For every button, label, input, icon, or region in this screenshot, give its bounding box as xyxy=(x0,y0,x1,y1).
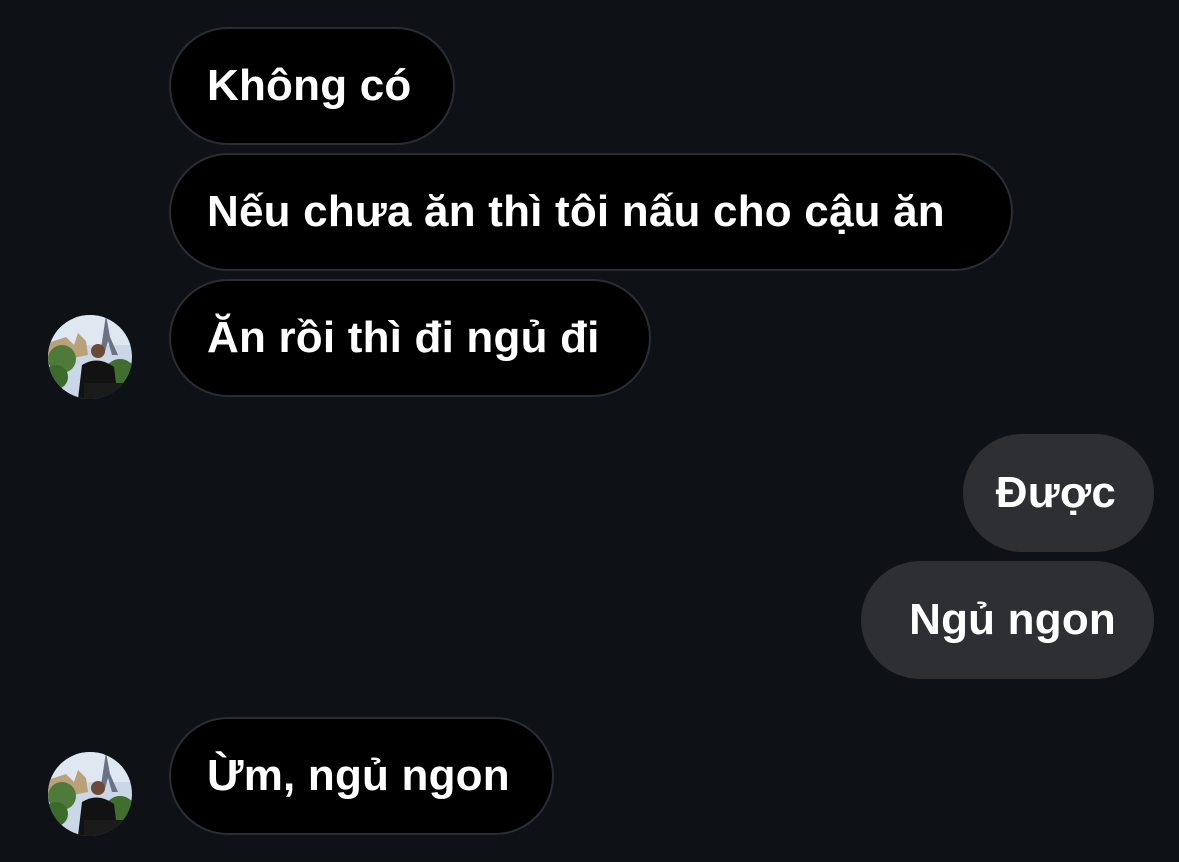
message-bubble-sent[interactable]: Được xyxy=(963,434,1154,552)
message-text: Được xyxy=(995,468,1116,517)
message-bubble-received[interactable]: Không có xyxy=(169,27,455,145)
contact-avatar[interactable] xyxy=(48,315,132,399)
message-text: Ăn rồi thì đi ngủ đi xyxy=(207,313,600,362)
avatar-icon xyxy=(48,315,132,399)
message-bubble-received[interactable]: Ừm, ngủ ngon xyxy=(169,717,554,835)
message-text: Không có xyxy=(207,61,412,110)
message-text: Ngủ ngon xyxy=(909,595,1116,644)
contact-avatar[interactable] xyxy=(48,752,132,836)
message-text: Nếu chưa ăn thì tôi nấu cho cậu ăn xyxy=(207,187,945,236)
avatar-icon xyxy=(48,752,132,836)
message-bubble-received[interactable]: Nếu chưa ăn thì tôi nấu cho cậu ăn xyxy=(169,153,1013,271)
message-text: Ừm, ngủ ngon xyxy=(207,751,510,800)
message-bubble-sent[interactable]: Ngủ ngon xyxy=(861,561,1154,679)
message-bubble-received[interactable]: Ăn rồi thì đi ngủ đi xyxy=(169,279,651,397)
